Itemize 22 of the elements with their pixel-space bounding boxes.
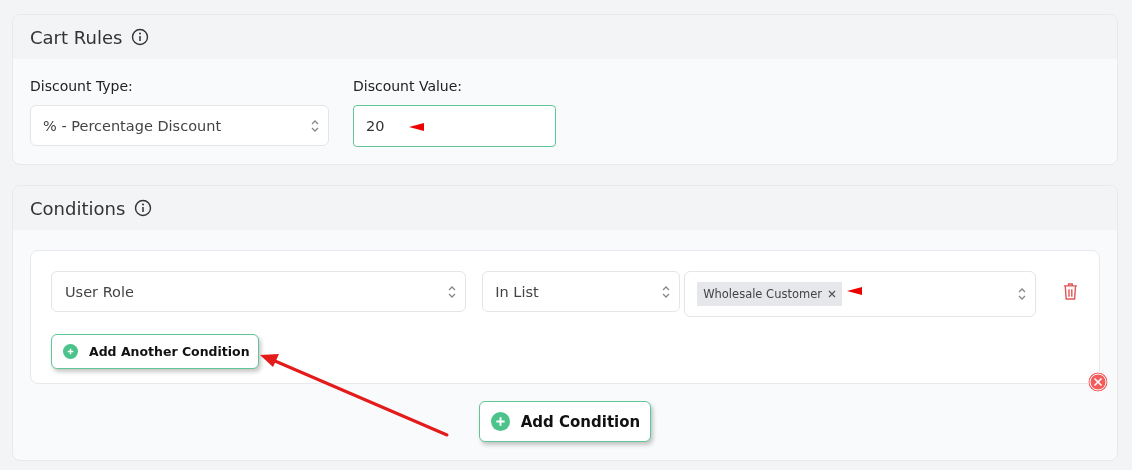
operator-select[interactable]: In List bbox=[482, 271, 681, 312]
section-title: Cart Rules bbox=[30, 26, 123, 48]
field-label: Discount Type: bbox=[30, 78, 134, 94]
add-another-condition-button[interactable]: Add Another Condition bbox=[51, 334, 259, 369]
remove-icon[interactable] bbox=[1087, 371, 1109, 393]
add-condition-button[interactable]: Add Condition bbox=[478, 401, 652, 442]
discount-value-input[interactable]: 20 bbox=[353, 105, 556, 147]
info-icon[interactable] bbox=[131, 28, 150, 46]
discount-type-select[interactable]: % - Percentage Discount bbox=[30, 105, 329, 146]
section-title: Conditions bbox=[30, 197, 126, 219]
values-select[interactable]: Wholesale Customer bbox=[684, 271, 1037, 317]
tag-label: Wholesale Customer bbox=[703, 287, 822, 301]
close-icon[interactable] bbox=[827, 290, 836, 298]
info-icon[interactable] bbox=[134, 199, 153, 217]
field-label: Discount Value: bbox=[353, 78, 464, 94]
plus-icon bbox=[490, 412, 510, 431]
pointer-marker bbox=[847, 287, 862, 295]
pointer-marker bbox=[409, 123, 424, 131]
chevron-icon bbox=[1017, 286, 1028, 302]
field-select[interactable]: User Role bbox=[51, 271, 467, 312]
plus-icon bbox=[63, 344, 78, 359]
trash-icon[interactable] bbox=[1062, 282, 1079, 301]
